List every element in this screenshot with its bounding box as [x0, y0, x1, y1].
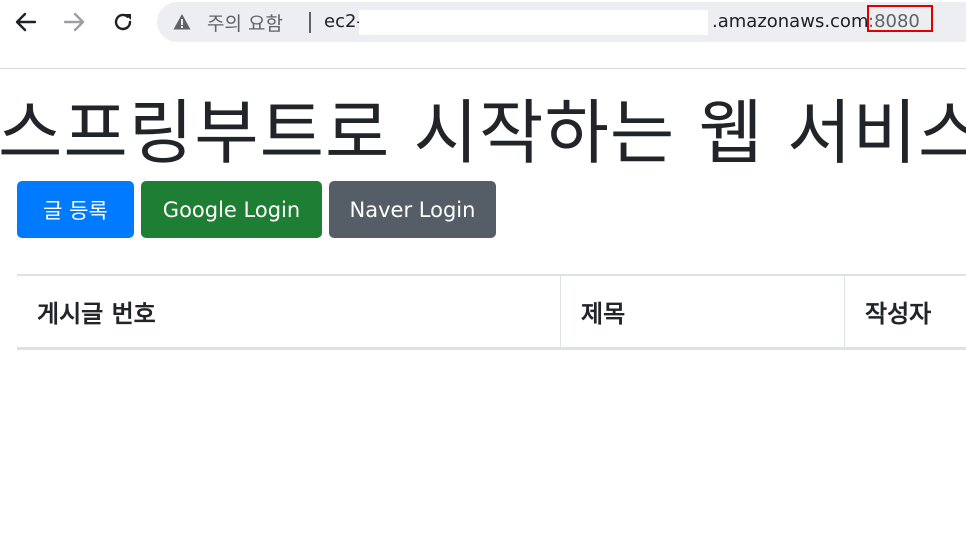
toolbar-divider: [0, 68, 966, 69]
url-host: .amazonaws.com: [712, 11, 869, 32]
reload-icon: [114, 13, 132, 31]
warning-icon: [173, 14, 191, 30]
back-arrow-icon: [15, 12, 37, 32]
page-title: 스프링부트로 시작하는 웹 서비스: [0, 92, 966, 174]
forward-button[interactable]: [58, 6, 90, 38]
posts-table: 게시글 번호 제목 작성자: [17, 274, 966, 350]
port-highlight-box: [867, 5, 933, 32]
google-login-button[interactable]: Google Login: [141, 181, 322, 238]
naver-login-button[interactable]: Naver Login: [329, 181, 496, 238]
address-separator: [309, 12, 311, 33]
table-header-row: 게시글 번호 제목 작성자: [17, 274, 966, 350]
back-button[interactable]: [10, 6, 42, 38]
forward-arrow-icon: [63, 12, 85, 32]
url-redaction: [359, 10, 708, 35]
column-header-title: 제목: [560, 276, 844, 347]
address-bar[interactable]: 주의 요함 ec2- .amazonaws.com :8080: [157, 2, 966, 42]
reload-button[interactable]: [107, 6, 139, 38]
security-warning-label[interactable]: 주의 요함: [207, 9, 283, 36]
url-prefix: ec2-: [324, 11, 363, 32]
column-header-author: 작성자: [844, 276, 966, 347]
write-post-button[interactable]: 글 등록: [17, 181, 134, 238]
column-header-post-number: 게시글 번호: [37, 300, 156, 328]
browser-toolbar: 주의 요함 ec2- .amazonaws.com :8080: [0, 0, 966, 44]
